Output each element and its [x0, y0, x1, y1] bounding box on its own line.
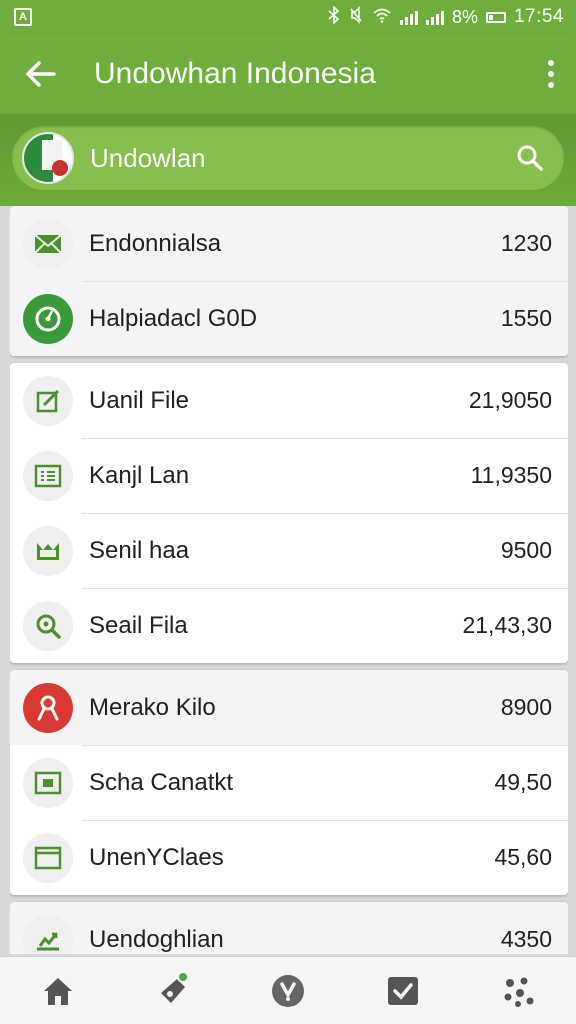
tag-icon[interactable] [143, 961, 203, 1021]
list-group: Uendoghlian 4350 [10, 902, 568, 954]
folder-icon [23, 525, 73, 576]
more-vertical-icon[interactable] [526, 34, 576, 114]
list-item[interactable]: Kanjl Lan 11,9350 [10, 438, 568, 513]
list-item-value: 45,60 [494, 844, 552, 870]
bluetooth-icon [328, 5, 340, 28]
list-item[interactable]: Scha Canatkt 49,50 [10, 745, 568, 820]
list-item-label: Uendoghlian [89, 925, 224, 953]
mail-icon [23, 218, 73, 269]
list-item[interactable]: Merako Kilo 8900 [10, 670, 568, 745]
list-icon [23, 450, 73, 501]
search-icon[interactable] [510, 138, 550, 178]
window-icon [23, 832, 73, 883]
list-item[interactable]: Uendoghlian 4350 [10, 902, 568, 954]
signal-icon-2 [425, 9, 444, 25]
list-item[interactable]: Senil haa 9500 [10, 513, 568, 588]
list-item-label: Halpiadacl G0D [89, 304, 258, 332]
list-item-value: 49,50 [494, 769, 552, 795]
mute-icon [348, 6, 364, 28]
list-item-value: 21,43,30 [462, 612, 552, 638]
bottom-navigation [0, 956, 576, 1024]
page-title: Undowhan Indonesia [94, 57, 376, 90]
item-list: Endonnialsa 1230 Halpiadacl G0D 1550 Uan… [10, 206, 568, 954]
list-item[interactable]: Seail Fila 21,43,30 [10, 588, 568, 663]
notification-dot [176, 970, 189, 983]
list-item-value: 8900 [500, 694, 552, 720]
list-item[interactable]: Endonnialsa 1230 [10, 206, 568, 281]
app-bar: Undowhan Indonesia [0, 34, 576, 114]
list-item-value: 1230 [500, 230, 552, 256]
list-group: Merako Kilo 8900 Scha Canatkt 49,50 Unen… [10, 670, 568, 895]
list-item-value: 9500 [500, 537, 552, 563]
search-area: Undowlan [0, 114, 576, 206]
list-item-label: Merako Kilo [89, 693, 216, 721]
list-item-value: 11,9350 [470, 462, 552, 488]
list-item-label: Seail Fila [89, 611, 188, 639]
chart-icon [23, 914, 73, 954]
wifi-icon [372, 7, 392, 27]
clock: 17:54 [513, 6, 564, 27]
battery-icon [485, 11, 506, 23]
list-item-label: Uanil File [89, 386, 190, 414]
battery-percent: 8% [451, 6, 478, 27]
list-item[interactable]: Uanil File 21,9050 [10, 363, 568, 438]
home-icon[interactable] [28, 961, 88, 1021]
list-item-value: 21,9050 [468, 387, 552, 413]
list-item-label: Senil haa [89, 536, 190, 564]
list-item-value: 1550 [500, 305, 552, 331]
shield-icon[interactable] [258, 961, 318, 1021]
search-circle-icon [23, 600, 73, 651]
list-item-value: 4350 [500, 926, 552, 952]
apps-icon[interactable] [488, 961, 548, 1021]
list-group: Endonnialsa 1230 Halpiadacl G0D 1550 [10, 206, 568, 356]
edit-icon [23, 375, 73, 426]
list-group: Uanil File 21,9050 Kanjl Lan 11,9350 Sen… [10, 363, 568, 663]
checkbox-icon[interactable] [373, 961, 433, 1021]
list-item-label: Endonnialsa [89, 229, 222, 257]
list-item-label: UnenYClaes [89, 843, 224, 871]
arrow-left-icon[interactable] [0, 34, 80, 114]
signal-icon [399, 9, 418, 25]
status-bar: A 8% 17:54 [0, 0, 576, 34]
app-notification-icon: A [14, 8, 32, 26]
avatar[interactable] [22, 132, 74, 184]
search-input[interactable]: Undowlan [74, 143, 510, 174]
list-item-label: Scha Canatkt [89, 768, 234, 796]
target-icon [23, 293, 73, 344]
list-item[interactable]: Halpiadacl G0D 1550 [10, 281, 568, 356]
list-item-label: Kanjl Lan [89, 461, 190, 489]
list-item[interactable]: UnenYClaes 45,60 [10, 820, 568, 895]
contact-card-icon [23, 757, 73, 808]
person-icon [23, 682, 73, 733]
search-bar[interactable]: Undowlan [12, 126, 564, 190]
